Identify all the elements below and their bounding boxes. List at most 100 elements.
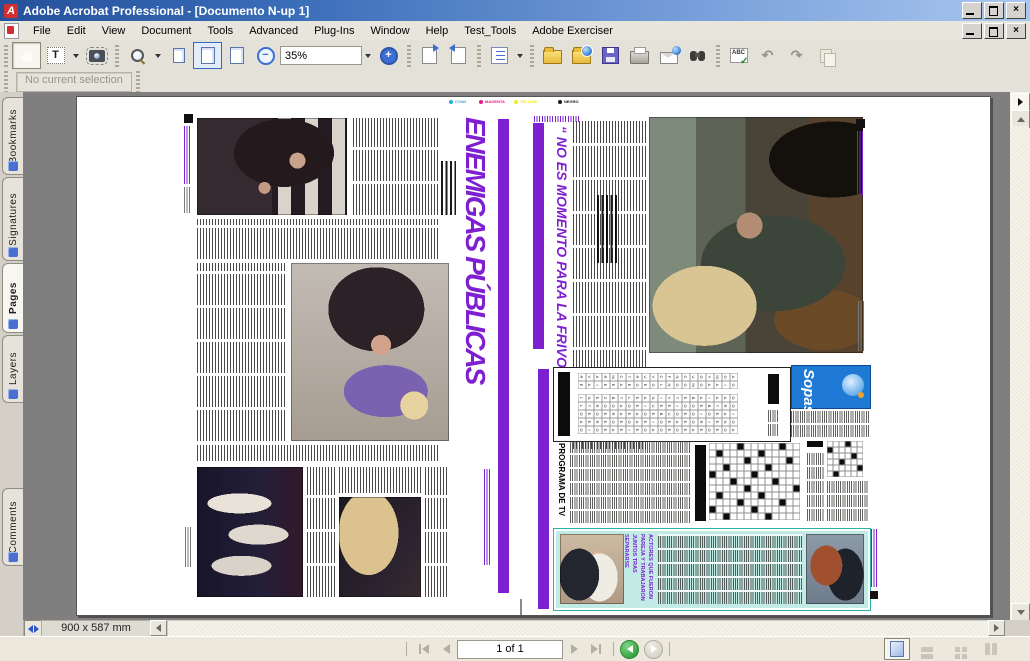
continuous-view-button[interactable]	[914, 638, 940, 660]
wordsearch-clue-text	[768, 408, 779, 436]
document-canvas[interactable]: CYAN MAGENTA YELLOW NEGRO ENEMIGAS PÚBLI…	[23, 92, 1010, 620]
select-text-tool-button[interactable]: T	[41, 42, 70, 69]
headline-byline-strip	[484, 469, 492, 565]
actual-size-button[interactable]	[164, 42, 193, 69]
tasks-button[interactable]	[485, 42, 514, 69]
tab-pages[interactable]: Pages	[2, 263, 24, 333]
crossword-grid	[709, 443, 800, 520]
zoom-tool-button[interactable]	[123, 42, 152, 69]
save-icon	[602, 47, 619, 64]
menu-view[interactable]: View	[94, 23, 134, 39]
vertical-scroll-track[interactable]	[1011, 126, 1029, 604]
tab-layers[interactable]: Layers	[2, 335, 24, 403]
hand-tool-button[interactable]	[12, 42, 41, 69]
toolbar-grip[interactable]	[477, 45, 481, 67]
continuous-icon	[921, 647, 933, 652]
facing-view-button[interactable]	[974, 638, 1000, 660]
comments-tab-icon	[8, 552, 18, 562]
menu-window[interactable]: Window	[362, 23, 417, 39]
scroll-down-button[interactable]	[1011, 603, 1030, 621]
actual-size-icon	[173, 48, 185, 63]
spellcheck-button[interactable]: ABC	[724, 42, 753, 69]
title-bar[interactable]: A Adobe Acrobat Professional - [Document…	[0, 0, 1030, 21]
redo-button[interactable]: ↷	[782, 42, 811, 69]
menu-plugins[interactable]: Plug-Ins	[306, 23, 362, 39]
scroll-left-button[interactable]	[150, 620, 167, 636]
toolbar-grip[interactable]	[4, 45, 8, 67]
selection-status: No current selection	[16, 72, 132, 92]
close-button[interactable]: ×	[1006, 2, 1026, 19]
tab-comments[interactable]: Comments	[2, 488, 24, 566]
puzzle-side-text	[807, 451, 824, 521]
toolbar-grip[interactable]	[4, 71, 8, 93]
menu-document[interactable]: Document	[133, 23, 199, 39]
doc-close-button[interactable]: ×	[1006, 23, 1026, 39]
menu-edit[interactable]: Edit	[59, 23, 94, 39]
previous-view-button[interactable]	[620, 640, 639, 659]
fit-width-button[interactable]	[222, 42, 251, 69]
bold-intro-block	[597, 195, 617, 263]
toolbar-grip[interactable]	[136, 71, 140, 93]
toolbar-grip[interactable]	[407, 45, 411, 67]
menu-advanced[interactable]: Advanced	[241, 23, 306, 39]
crop-mark	[520, 599, 522, 615]
next-view-button[interactable]	[415, 42, 444, 69]
zoom-level-input[interactable]	[280, 46, 362, 65]
toolbar-grip[interactable]	[530, 45, 534, 67]
doc-restore-button[interactable]	[984, 23, 1004, 39]
email-button[interactable]	[654, 42, 683, 69]
first-page-button[interactable]	[413, 640, 435, 658]
snapshot-tool-button[interactable]	[82, 42, 111, 69]
doc-minimize-button[interactable]	[962, 23, 982, 39]
undo-icon: ↶	[762, 47, 774, 64]
select-tool-dropdown[interactable]	[73, 54, 79, 58]
next-page-button[interactable]	[563, 640, 585, 658]
menu-test-tools[interactable]: Test_Tools	[456, 23, 524, 39]
continuous-facing-view-button[interactable]	[944, 638, 970, 660]
tab-strip-stub	[0, 620, 24, 636]
menu-file[interactable]: File	[25, 23, 59, 39]
zoom-out-button[interactable]: −	[251, 42, 280, 69]
last-page-button[interactable]	[585, 640, 607, 658]
tab-bookmarks[interactable]: Bookmarks	[2, 97, 24, 175]
open-button[interactable]	[538, 42, 567, 69]
menu-adobe-exerciser[interactable]: Adobe Exerciser	[524, 23, 621, 39]
previous-view-button[interactable]	[444, 42, 473, 69]
print-button[interactable]	[625, 42, 654, 69]
hide-panel-arrow-button[interactable]	[1011, 93, 1030, 111]
minimize-button[interactable]	[962, 2, 982, 19]
toolbar-grip[interactable]	[716, 45, 720, 67]
menu-help[interactable]: Help	[418, 23, 457, 39]
document-icon[interactable]	[4, 23, 19, 39]
save-button[interactable]	[596, 42, 625, 69]
tab-signatures[interactable]: Signatures	[2, 177, 24, 261]
search-button[interactable]	[683, 42, 712, 69]
toolbar-grip[interactable]	[115, 45, 119, 67]
zoom-level-dropdown[interactable]	[365, 54, 371, 58]
zoom-in-button[interactable]: +	[374, 42, 403, 69]
photo-blonde-woman	[339, 497, 421, 597]
vertical-scrollbar[interactable]	[1010, 92, 1030, 620]
bookmarks-tab-icon	[8, 161, 18, 171]
restore-button[interactable]	[984, 2, 1004, 19]
page-number-field[interactable]: 1 of 1	[457, 640, 563, 659]
copy-button[interactable]	[811, 42, 840, 69]
single-page-icon	[890, 641, 904, 657]
status-bar: 1 of 1	[0, 636, 1030, 661]
previous-page-button[interactable]	[435, 640, 457, 658]
tv-section-label: PROGRAMA DE TV	[553, 443, 566, 523]
text-column-block	[307, 467, 335, 597]
fit-page-button[interactable]	[193, 42, 222, 69]
open-from-web-button[interactable]	[567, 42, 596, 69]
scroll-right-button[interactable]	[988, 620, 1005, 636]
zoom-tool-dropdown[interactable]	[155, 54, 161, 58]
masthead-date-strip	[184, 187, 191, 213]
menu-tools[interactable]: Tools	[200, 23, 242, 39]
single-page-view-button[interactable]	[884, 638, 910, 660]
next-view-button[interactable]	[644, 640, 663, 659]
pdf-page[interactable]: CYAN MAGENTA YELLOW NEGRO ENEMIGAS PÚBLI…	[76, 96, 991, 616]
undo-button[interactable]: ↶	[753, 42, 782, 69]
tasks-dropdown[interactable]	[517, 54, 523, 58]
photo-stage-group	[197, 467, 303, 597]
document-area: Bookmarks Signatures Pages Layers Commen…	[0, 92, 1030, 620]
